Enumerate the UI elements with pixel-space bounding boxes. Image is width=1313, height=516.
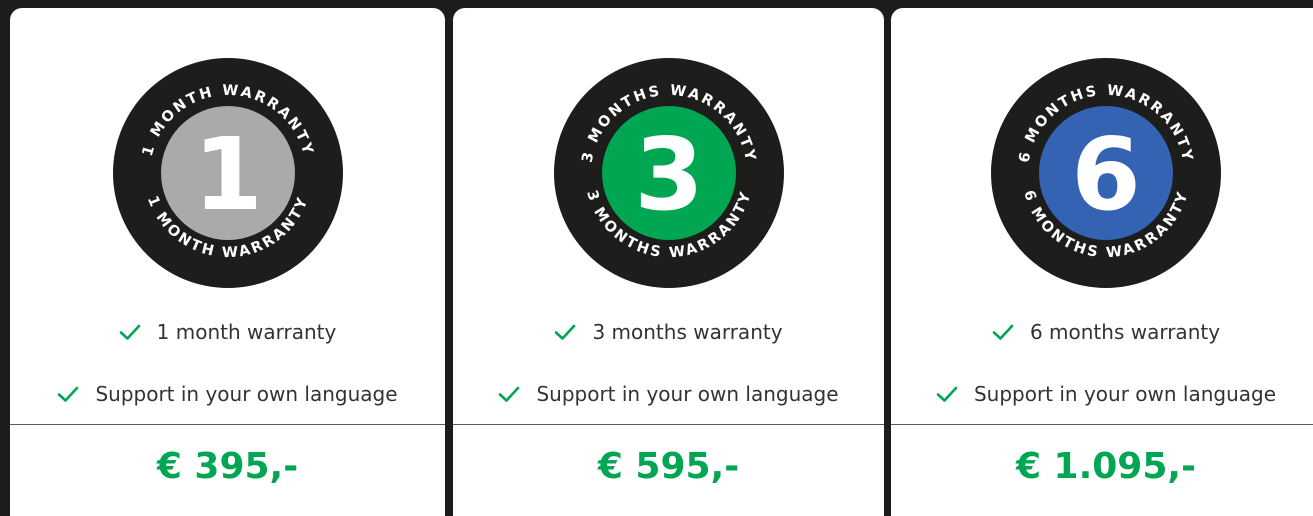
feature-label: Support in your own language xyxy=(95,382,398,406)
plan-card-6-months[interactable]: 6 MONTHS WARRANTY 6 MONTHS WARRANTY 6 6 … xyxy=(891,8,1313,516)
plan-price: € 395,- xyxy=(156,446,299,487)
pricing-cards: 1 MONTH WARRANTY 1 MONTH WARRANTY 1 1 mo… xyxy=(0,0,1313,516)
feature-warranty: 6 months warranty xyxy=(891,320,1313,344)
check-icon xyxy=(499,386,520,402)
feature-label: Support in your own language xyxy=(973,382,1277,406)
badge-number: 6 xyxy=(1071,116,1141,233)
card-divider xyxy=(891,424,1313,425)
card-divider xyxy=(453,424,884,425)
feature-support: Support in your own language xyxy=(891,382,1313,406)
feature-warranty: 3 months warranty xyxy=(453,320,884,344)
warranty-badge-icon: 3 MONTHS WARRANTY 3 MONTHS WARRANTY 3 xyxy=(553,57,785,289)
badge-number: 3 xyxy=(634,116,704,233)
feature-support: Support in your own language xyxy=(453,382,884,406)
warranty-badge-icon: 6 MONTHS WARRANTY 6 MONTHS WARRANTY 6 xyxy=(990,57,1222,289)
check-icon xyxy=(936,386,958,402)
feature-warranty: 1 month warranty xyxy=(10,320,445,344)
check-icon xyxy=(58,386,79,402)
feature-label: Support in your own language xyxy=(536,382,839,406)
card-divider xyxy=(10,424,445,425)
feature-label: 6 months warranty xyxy=(1029,320,1221,344)
plan-price: € 1.095,- xyxy=(1015,446,1197,487)
feature-support: Support in your own language xyxy=(10,382,445,406)
plan-price: € 595,- xyxy=(597,446,740,487)
feature-label: 1 month warranty xyxy=(156,320,337,344)
feature-label: 3 months warranty xyxy=(592,320,783,344)
warranty-badge-icon: 1 MONTH WARRANTY 1 MONTH WARRANTY 1 xyxy=(112,57,344,289)
check-icon xyxy=(992,324,1014,340)
plan-card-3-months[interactable]: 3 MONTHS WARRANTY 3 MONTHS WARRANTY 3 3 … xyxy=(453,8,884,516)
check-icon xyxy=(119,324,140,340)
plan-card-1-month[interactable]: 1 MONTH WARRANTY 1 MONTH WARRANTY 1 1 mo… xyxy=(10,8,445,516)
badge-number: 1 xyxy=(193,116,263,233)
check-icon xyxy=(555,324,576,340)
